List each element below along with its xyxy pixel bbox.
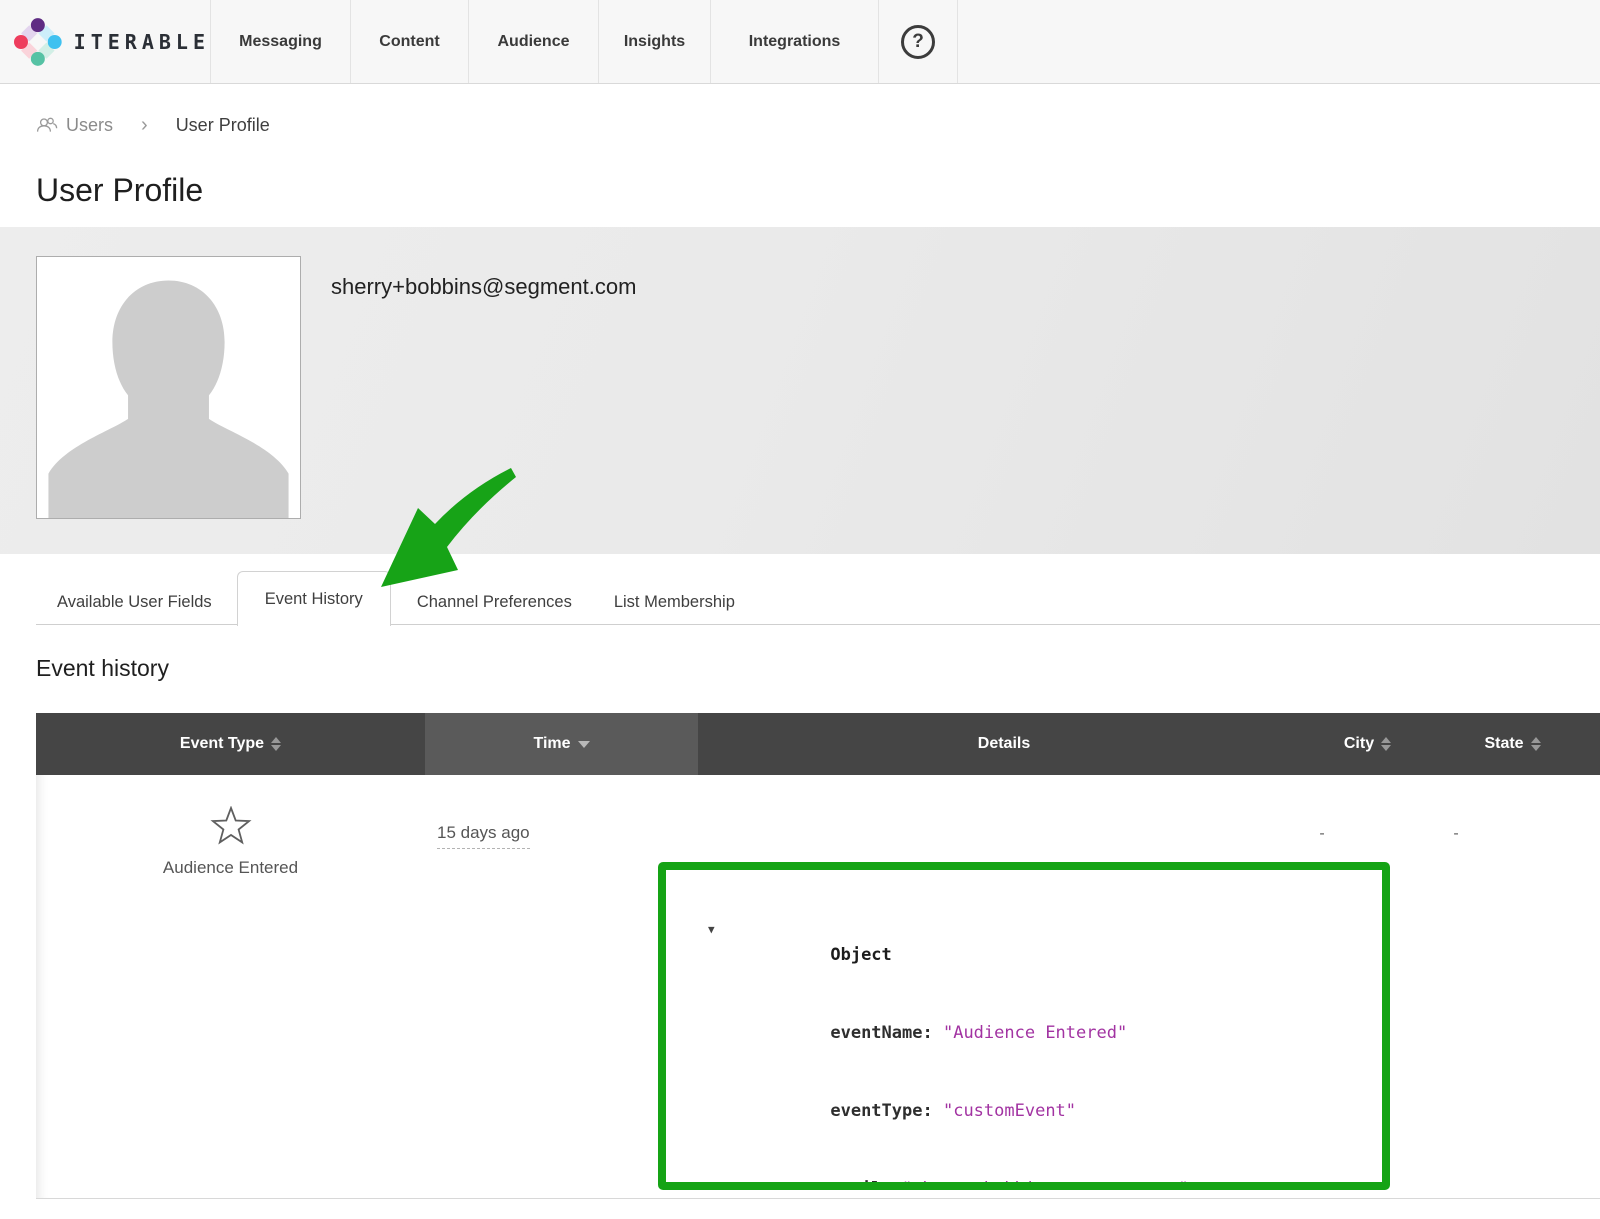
- table-header: Event Type Time Details City State: [36, 713, 1600, 775]
- column-label: Event Type: [180, 735, 264, 753]
- brand-name: ITERABLE: [74, 30, 210, 54]
- sort-desc-icon-time[interactable]: [578, 741, 590, 748]
- column-header-city[interactable]: City: [1310, 713, 1425, 775]
- column-header-event-type[interactable]: Event Type: [36, 713, 425, 775]
- brand-logo[interactable]: ITERABLE: [0, 0, 210, 83]
- json-object-label: Object: [830, 945, 891, 965]
- city-value: -: [1310, 825, 1334, 843]
- users-icon: [36, 116, 58, 134]
- star-icon: [210, 806, 252, 846]
- table-row: Audience Entered 15 days ago - - ▼ Object…: [36, 775, 1600, 1199]
- profile-hero: sherry+bobbins@segment.com: [0, 227, 1600, 554]
- breadcrumb-users-link[interactable]: Users: [66, 115, 113, 136]
- event-history-table: Event Type Time Details City State: [36, 713, 1600, 1199]
- nav-item-content[interactable]: Content: [350, 0, 468, 83]
- state-value: -: [1444, 825, 1468, 843]
- event-history-heading: Event history: [36, 655, 1600, 682]
- column-header-time[interactable]: Time: [425, 713, 698, 775]
- profile-tabs: Available User Fields Event History Chan…: [36, 572, 1600, 625]
- tab-list-membership[interactable]: List Membership: [593, 580, 756, 624]
- breadcrumb: Users › User Profile: [36, 112, 1600, 138]
- nav-item-insights[interactable]: Insights: [598, 0, 710, 83]
- nav-item-messaging[interactable]: Messaging: [210, 0, 350, 83]
- column-label: City: [1344, 735, 1374, 753]
- relative-time-link[interactable]: 15 days ago: [437, 823, 530, 849]
- column-header-state[interactable]: State: [1425, 713, 1600, 775]
- help-button[interactable]: ?: [878, 0, 958, 83]
- iterable-logo-icon: [14, 13, 62, 71]
- json-line-email: email: "sherry+bobbins@segment.com": [708, 1150, 1366, 1190]
- tab-event-history[interactable]: Event History: [237, 571, 391, 626]
- page: ITERABLE Messaging Content Audience Insi…: [0, 0, 1600, 1219]
- column-header-details: Details: [698, 713, 1310, 775]
- avatar: [36, 256, 301, 519]
- nav-item-integrations[interactable]: Integrations: [710, 0, 878, 83]
- person-silhouette-icon: [37, 257, 300, 518]
- tab-available-user-fields[interactable]: Available User Fields: [36, 580, 233, 624]
- sort-icon-state[interactable]: [1531, 737, 1541, 751]
- event-type-cell: Audience Entered: [36, 806, 425, 878]
- json-line-eventType: eventType: "customEvent": [708, 1072, 1366, 1150]
- column-label: Details: [978, 735, 1030, 753]
- breadcrumb-current: User Profile: [176, 115, 270, 136]
- breadcrumb-separator-icon: ›: [141, 114, 148, 137]
- help-glyph: ?: [912, 31, 924, 53]
- page-title: User Profile: [36, 172, 1600, 209]
- event-details-json: ▼ Object eventName: "Audience Entered" ev…: [658, 862, 1390, 1190]
- column-label: Time: [533, 735, 570, 753]
- time-cell: 15 days ago: [437, 823, 530, 843]
- sort-icon-city[interactable]: [1381, 737, 1391, 751]
- top-nav: ITERABLE Messaging Content Audience Insi…: [0, 0, 1600, 84]
- collapse-expanded-icon[interactable]: ▼: [708, 917, 726, 943]
- sort-icon-event-type[interactable]: [271, 737, 281, 751]
- annotation-arrow-icon: [372, 458, 522, 594]
- json-root-line: ▼ Object: [708, 916, 1366, 994]
- column-label: State: [1484, 735, 1523, 753]
- event-type-label: Audience Entered: [163, 858, 298, 878]
- json-line-eventName: eventName: "Audience Entered": [708, 994, 1366, 1072]
- help-icon: ?: [901, 25, 935, 59]
- nav-item-audience[interactable]: Audience: [468, 0, 598, 83]
